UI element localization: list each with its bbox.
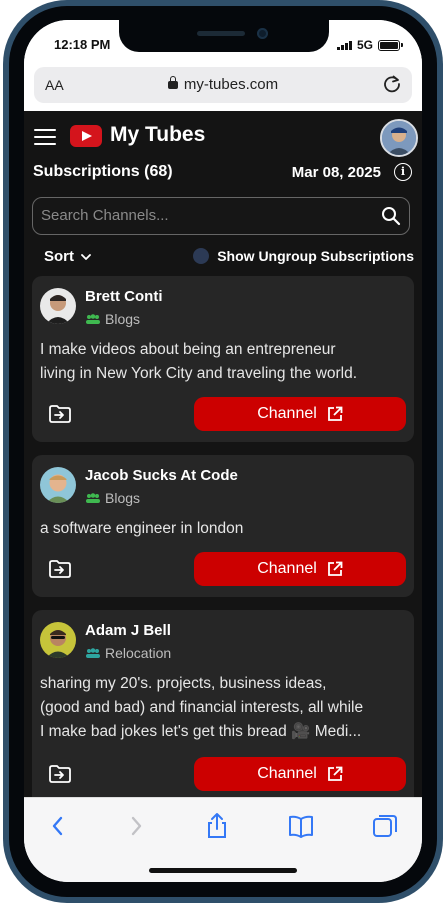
group-icon bbox=[86, 314, 100, 324]
description-line: sharing my 20's. projects, business idea… bbox=[40, 675, 327, 692]
move-to-folder-icon[interactable] bbox=[49, 405, 71, 423]
status-bar: 12:18 PM 5G bbox=[24, 20, 422, 70]
move-to-folder-icon[interactable] bbox=[49, 560, 71, 578]
subscriptions-count: Subscriptions (68) bbox=[33, 163, 173, 180]
channel-description: sharing my 20's. projects, business idea… bbox=[40, 672, 410, 744]
channel-group: Blogs bbox=[85, 311, 140, 327]
app-title: My Tubes bbox=[110, 123, 206, 146]
description-line: a software engineer in london bbox=[40, 520, 244, 537]
move-to-folder-icon[interactable] bbox=[49, 765, 71, 783]
url-text: my-tubes.com bbox=[183, 76, 279, 93]
back-icon[interactable] bbox=[44, 812, 72, 840]
description-line: I make videos about being an entrepreneu… bbox=[40, 341, 336, 358]
description-line: living in New York City and traveling th… bbox=[40, 365, 358, 382]
description-line: I make bad jokes let's get this bread 🎥 … bbox=[40, 723, 362, 740]
network-label: 5G bbox=[356, 38, 373, 52]
current-date: Mar 08, 2025 bbox=[291, 164, 381, 181]
channel-group-label: Blogs bbox=[105, 311, 141, 327]
channel-card: Adam J Bell Relocation sharing my 20's. … bbox=[32, 610, 414, 797]
channel-button[interactable]: Channel bbox=[194, 552, 406, 586]
channel-button-label: Channel bbox=[257, 765, 317, 782]
channel-card: Jacob Sucks At Code Blogs a software eng… bbox=[32, 455, 414, 597]
group-icon bbox=[86, 493, 100, 503]
channel-card: Brett Conti Blogs I make videos about be… bbox=[32, 276, 414, 442]
description-line: (good and bad) and financial interests, … bbox=[40, 699, 364, 716]
external-link-icon bbox=[327, 766, 343, 781]
channel-description: a software engineer in london bbox=[40, 517, 410, 541]
channel-description: I make videos about being an entrepreneu… bbox=[40, 338, 410, 386]
front-camera bbox=[257, 28, 268, 39]
channel-button-label: Channel bbox=[257, 405, 317, 422]
channel-group-label: Blogs bbox=[105, 490, 141, 506]
tabs-icon[interactable] bbox=[371, 812, 399, 840]
reload-icon[interactable] bbox=[382, 74, 402, 94]
search-icon[interactable] bbox=[381, 206, 401, 226]
status-indicators: 5G bbox=[337, 38, 403, 52]
youtube-logo-icon bbox=[70, 125, 102, 147]
ungroup-checkbox[interactable] bbox=[193, 248, 210, 264]
external-link-icon bbox=[327, 406, 343, 421]
ungroup-toggle[interactable]: Show Ungroup Subscriptions bbox=[193, 248, 414, 264]
menu-icon[interactable] bbox=[34, 129, 56, 146]
device-screen: 12:18 PM 5G AA my-tubes.com My Tubes Sub… bbox=[24, 20, 422, 882]
channel-button[interactable]: Channel bbox=[194, 397, 406, 431]
external-link-icon bbox=[327, 561, 343, 576]
group-icon bbox=[86, 648, 100, 658]
share-icon[interactable] bbox=[203, 812, 231, 840]
address-bar[interactable]: AA my-tubes.com bbox=[34, 67, 412, 103]
bookmarks-icon[interactable] bbox=[287, 812, 315, 840]
forward-icon[interactable] bbox=[122, 812, 150, 840]
web-app: My Tubes Subscriptions (68) Mar 08, 2025… bbox=[24, 111, 422, 797]
ungroup-toggle-label: Show Ungroup Subscriptions bbox=[217, 248, 414, 264]
browser-toolbar bbox=[24, 797, 422, 882]
sort-dropdown[interactable]: Sort bbox=[44, 248, 92, 265]
info-icon[interactable]: i bbox=[394, 163, 412, 181]
channel-group-label: Relocation bbox=[105, 645, 172, 661]
channel-name[interactable]: Jacob Sucks At Code bbox=[85, 467, 238, 484]
battery-icon bbox=[378, 39, 403, 51]
chevron-down-icon bbox=[81, 253, 91, 260]
home-indicator bbox=[149, 868, 297, 873]
lock-icon bbox=[167, 76, 178, 89]
channel-avatar[interactable] bbox=[40, 467, 76, 503]
channel-name[interactable]: Brett Conti bbox=[85, 288, 163, 305]
status-time: 12:18 PM bbox=[54, 37, 111, 52]
speaker-grill bbox=[197, 31, 245, 36]
channel-group: Relocation bbox=[85, 645, 171, 661]
channel-avatar[interactable] bbox=[40, 622, 76, 658]
channel-name[interactable]: Adam J Bell bbox=[85, 622, 171, 639]
channel-button[interactable]: Channel bbox=[194, 757, 406, 791]
notch bbox=[119, 20, 329, 52]
url-display[interactable]: my-tubes.com bbox=[34, 76, 412, 93]
channel-button-label: Channel bbox=[257, 560, 317, 577]
channel-group: Blogs bbox=[85, 490, 140, 506]
search-input[interactable] bbox=[41, 207, 361, 224]
channel-avatar[interactable] bbox=[40, 288, 76, 324]
signal-icon bbox=[337, 40, 352, 50]
sort-label: Sort bbox=[44, 248, 74, 265]
search-box[interactable] bbox=[32, 197, 410, 235]
user-avatar[interactable] bbox=[380, 119, 418, 157]
